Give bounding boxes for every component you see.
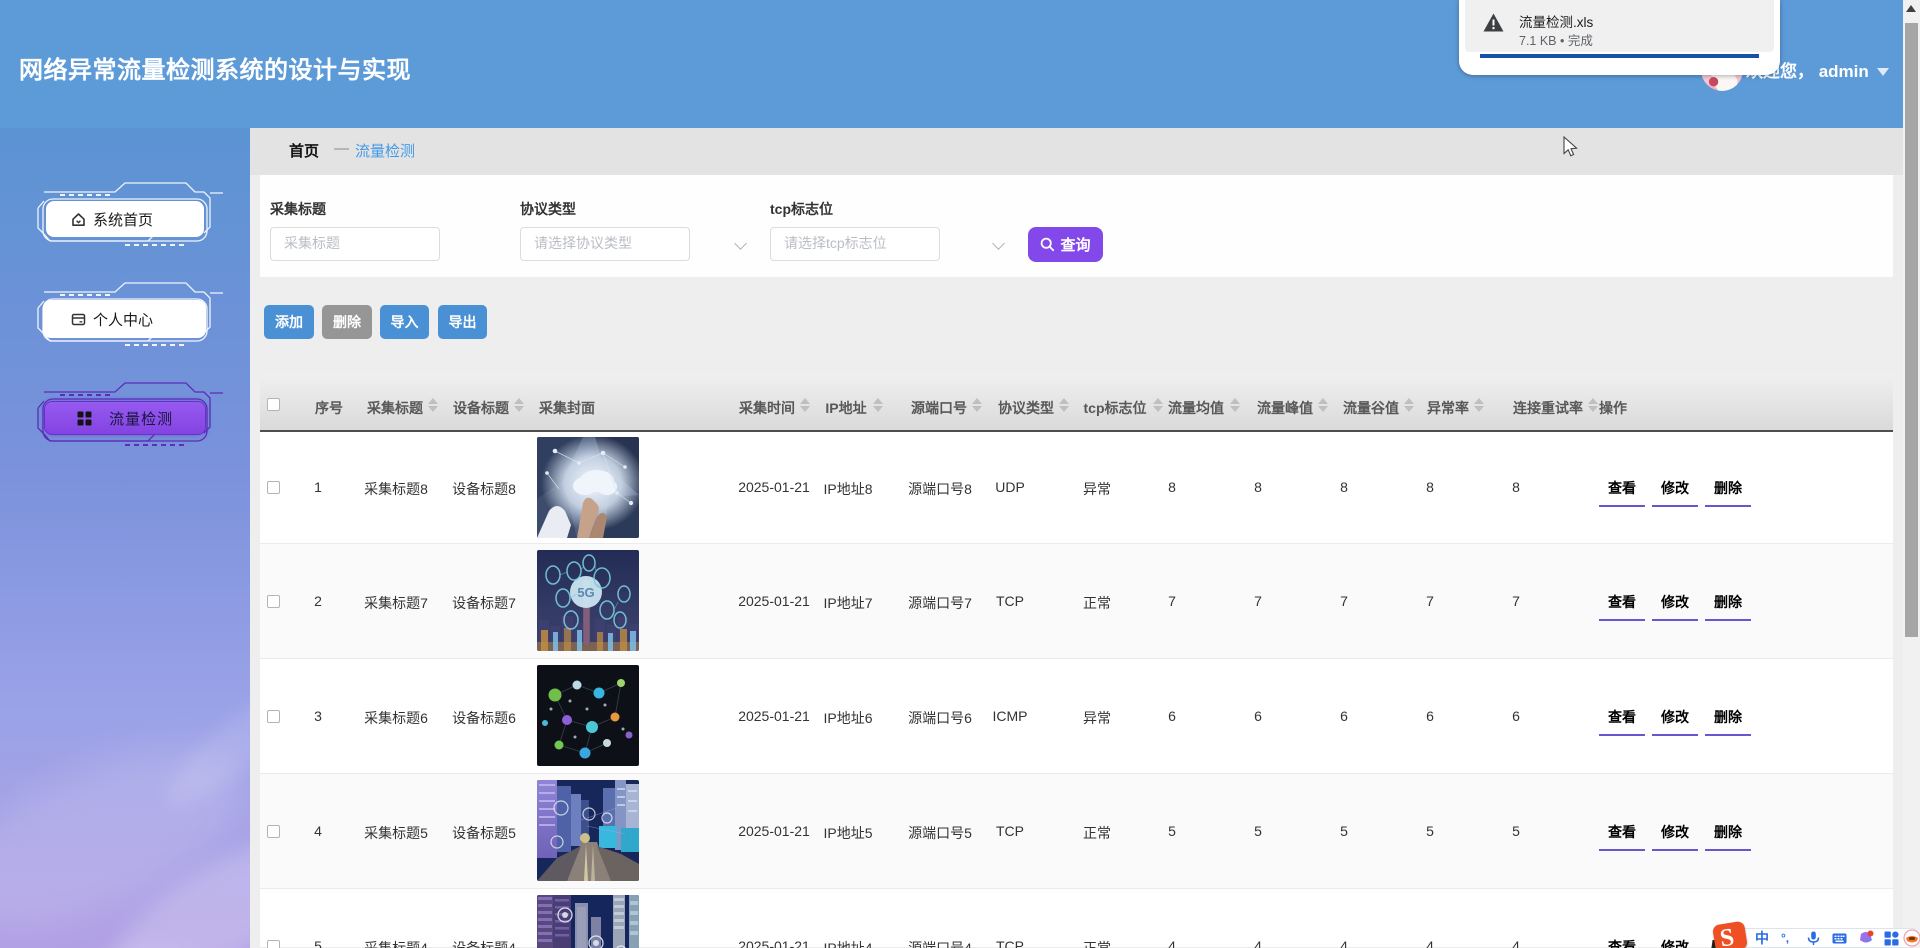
svg-text:5G: 5G <box>577 585 594 600</box>
